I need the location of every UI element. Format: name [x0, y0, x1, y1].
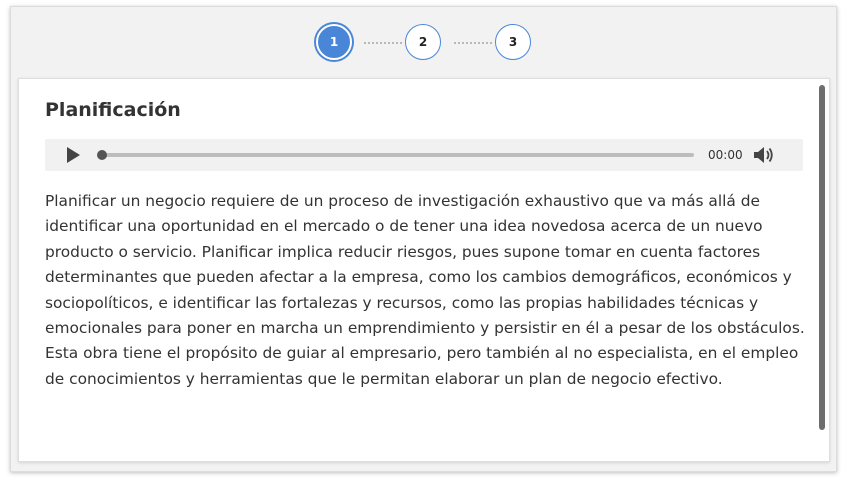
- step-2-button[interactable]: 2: [405, 24, 441, 60]
- step-3-button[interactable]: 3: [495, 24, 531, 60]
- stepper: 1 2 3: [11, 7, 836, 79]
- content-card: Planificación 00:00 Planificar un negoci…: [18, 78, 830, 462]
- volume-icon[interactable]: [753, 145, 775, 165]
- card-title: Planificación: [45, 99, 181, 121]
- audio-time: 00:00: [708, 148, 743, 162]
- step-connector: [364, 42, 402, 44]
- audio-progress-thumb[interactable]: [97, 150, 107, 160]
- audio-progress-bar[interactable]: [97, 150, 694, 160]
- step-connector: [454, 42, 492, 44]
- play-icon[interactable]: [67, 147, 80, 163]
- step-1-button[interactable]: 1: [316, 24, 352, 60]
- audio-player: 00:00: [45, 139, 803, 171]
- content-panel: 1 2 3 Planificación 00:00 Planificar un …: [10, 6, 837, 472]
- card-body-text: Planificar un negocio requiere de un pro…: [45, 192, 805, 388]
- scrollbar-thumb[interactable]: [819, 85, 825, 430]
